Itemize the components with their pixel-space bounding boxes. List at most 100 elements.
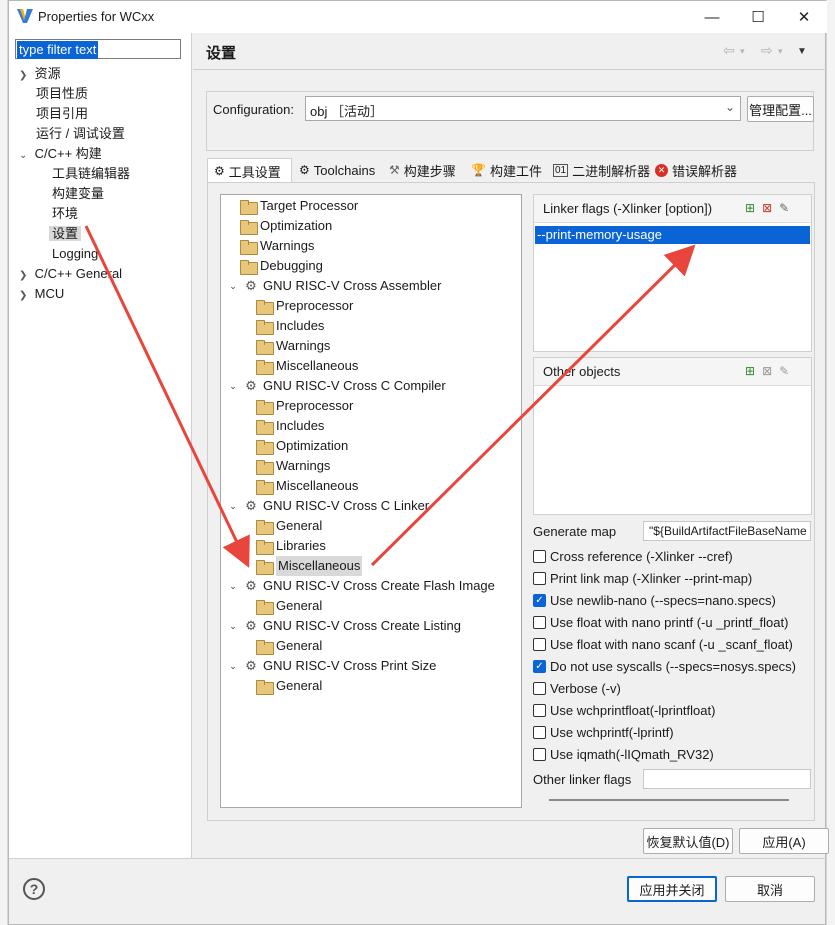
tool-option-node[interactable]: General [256, 596, 322, 616]
help-icon[interactable]: ? [23, 878, 45, 900]
chevron-down-icon[interactable]: ⌄ [19, 150, 27, 161]
tool-option-node[interactable]: Warnings [256, 456, 330, 476]
back-arrow-icon[interactable]: ⇦ [723, 42, 735, 59]
generate-map-input[interactable]: "${BuildArtifactFileBaseName [643, 521, 811, 541]
option-checkbox[interactable]: Use wchprintf(-lprintf) [533, 725, 674, 740]
apply-button[interactable]: 应用(A) [739, 828, 829, 854]
tree-item-run-debug[interactable]: 运行 / 调试设置 [36, 124, 125, 144]
tab-binary-parsers[interactable]: 01 二进制解析器 [547, 158, 656, 182]
checkbox-unchecked-icon[interactable] [533, 704, 546, 717]
forward-menu-icon[interactable]: ▾ [778, 46, 783, 57]
edit-icon[interactable]: ✎ [779, 364, 789, 378]
tool-option-node[interactable]: Miscellaneous [256, 556, 363, 576]
option-checkbox[interactable]: Verbose (-v) [533, 681, 621, 696]
chevron-down-icon[interactable]: ⌄ [227, 616, 239, 636]
chevron-right-icon[interactable]: ❯ [19, 270, 27, 281]
tree-item-settings[interactable]: 设置 [49, 224, 82, 244]
tree-item-environment[interactable]: 环境 [52, 204, 78, 224]
tab-error-parsers[interactable]: ✕ 错误解析器 [649, 158, 743, 182]
forward-arrow-icon[interactable]: ⇨ [761, 42, 773, 59]
tool-option-node[interactable]: Includes [256, 416, 324, 436]
tree-item-cpp-build[interactable]: ⌄ C/C++ 构建 [19, 144, 102, 166]
chevron-down-icon[interactable]: ⌄ [227, 656, 239, 676]
tool-node[interactable]: ⌄ ⚙ GNU RISC-V Cross Print Size [227, 656, 436, 676]
chevron-right-icon[interactable]: ❯ [19, 290, 27, 301]
tool-option-node[interactable]: General [256, 516, 322, 536]
close-button[interactable]: ✕ [781, 1, 827, 33]
view-menu-icon[interactable]: ▼ [797, 46, 807, 57]
tool-option-node[interactable]: Miscellaneous [256, 476, 358, 496]
other-linker-flags-input[interactable] [643, 769, 811, 789]
horizontal-scrollbar[interactable] [549, 799, 789, 801]
option-checkbox[interactable]: Print link map (-Xlinker --print-map) [533, 571, 752, 586]
option-checkbox[interactable]: Use float with nano printf (-u _printf_f… [533, 615, 788, 630]
manage-configurations-button[interactable]: 管理配置... [747, 96, 814, 122]
tool-option-node[interactable]: Debugging [240, 256, 323, 276]
checkbox-unchecked-icon[interactable] [533, 572, 546, 585]
cancel-button[interactable]: 取消 [725, 876, 815, 902]
tool-option-node[interactable]: Libraries [256, 536, 326, 556]
linker-flag-item[interactable]: --print-memory-usage [535, 226, 810, 244]
option-checkbox[interactable]: Use float with nano scanf (-u _scanf_flo… [533, 637, 793, 652]
tab-tool-settings[interactable]: ⚙ 工具设置 [207, 158, 292, 183]
tool-node[interactable]: ⌄ ⚙ GNU RISC-V Cross C Compiler [227, 376, 446, 396]
tree-item-toolchain-editor[interactable]: 工具链编辑器 [52, 164, 130, 184]
maximize-button[interactable]: ☐ [735, 1, 781, 33]
chevron-down-icon[interactable]: ⌄ [227, 276, 239, 296]
chevron-down-icon[interactable]: ⌄ [227, 376, 239, 396]
tree-item-resource[interactable]: ❯ 资源 [19, 64, 61, 86]
tool-option-node[interactable]: Includes [256, 316, 324, 336]
configuration-select[interactable]: obj ［活动］ ⌄ [305, 96, 741, 121]
checkbox-checked-icon[interactable]: ✓ [533, 594, 546, 607]
edit-icon[interactable]: ✎ [779, 201, 789, 215]
checkbox-unchecked-icon[interactable] [533, 748, 546, 761]
minimize-button[interactable]: — [689, 1, 735, 33]
tool-option-node[interactable]: Optimization [240, 216, 332, 236]
tab-build-artifact[interactable]: 🏆 构建工件 [465, 158, 548, 182]
tree-item-logging[interactable]: Logging [52, 244, 98, 264]
tool-node-label: Includes [276, 418, 325, 433]
checkbox-checked-icon[interactable]: ✓ [533, 660, 546, 673]
tool-node[interactable]: ⌄ ⚙ GNU RISC-V Cross Assembler [227, 276, 441, 296]
option-checkbox[interactable]: Cross reference (-Xlinker --cref) [533, 549, 733, 564]
tree-item-project-nature[interactable]: 项目性质 [36, 84, 88, 104]
tool-option-node[interactable]: Miscellaneous [256, 356, 358, 376]
apply-and-close-button[interactable]: 应用并关闭 [627, 876, 717, 902]
option-checkbox[interactable]: ✓ Do not use syscalls (--specs=nosys.spec… [533, 659, 796, 674]
option-checkbox[interactable]: Use iqmath(-lIQmath_RV32) [533, 747, 714, 762]
option-checkbox[interactable]: ✓ Use newlib-nano (--specs=nano.specs) [533, 593, 776, 608]
tool-option-node[interactable]: Preprocessor [256, 296, 353, 316]
tab-build-steps[interactable]: ⚒ 构建步骤 [383, 158, 462, 182]
delete-icon[interactable]: ⊠ [762, 201, 772, 215]
restore-defaults-button[interactable]: 恢复默认值(D) [643, 828, 733, 854]
checkbox-unchecked-icon[interactable] [533, 726, 546, 739]
checkbox-unchecked-icon[interactable] [533, 616, 546, 629]
tool-node[interactable]: ⌄ ⚙ GNU RISC-V Cross C Linker [227, 496, 429, 516]
tool-option-node[interactable]: Optimization [256, 436, 348, 456]
tool-node[interactable]: ⌄ ⚙ GNU RISC-V Cross Create Listing [227, 616, 461, 636]
checkbox-unchecked-icon[interactable] [533, 550, 546, 563]
chevron-right-icon[interactable]: ❯ [19, 70, 27, 81]
checkbox-unchecked-icon[interactable] [533, 638, 546, 651]
tool-option-node[interactable]: General [256, 676, 322, 696]
tree-item-project-references[interactable]: 项目引用 [36, 104, 88, 124]
back-menu-icon[interactable]: ▾ [740, 46, 745, 57]
filter-input[interactable]: type filter text [15, 39, 181, 59]
tree-item-build-variables[interactable]: 构建变量 [52, 184, 104, 204]
delete-icon[interactable]: ⊠ [762, 364, 772, 378]
tree-item-cpp-general[interactable]: ❯ C/C++ General [19, 264, 122, 286]
tool-option-node[interactable]: Preprocessor [256, 396, 353, 416]
tab-toolchains[interactable]: ⚙ Toolchains [293, 158, 381, 182]
tool-option-node[interactable]: Target Processor [240, 196, 358, 216]
tool-option-node[interactable]: General [256, 636, 322, 656]
chevron-down-icon[interactable]: ⌄ [227, 576, 239, 596]
tree-item-mcu[interactable]: ❯ MCU [19, 284, 64, 306]
checkbox-unchecked-icon[interactable] [533, 682, 546, 695]
add-icon[interactable]: ⊞ [745, 201, 755, 215]
add-icon[interactable]: ⊞ [745, 364, 755, 378]
tool-option-node[interactable]: Warnings [256, 336, 330, 356]
tool-node[interactable]: ⌄ ⚙ GNU RISC-V Cross Create Flash Image [227, 576, 495, 596]
option-checkbox[interactable]: Use wchprintfloat(-lprintfloat) [533, 703, 715, 718]
chevron-down-icon[interactable]: ⌄ [227, 496, 239, 516]
tool-option-node[interactable]: Warnings [240, 236, 314, 256]
